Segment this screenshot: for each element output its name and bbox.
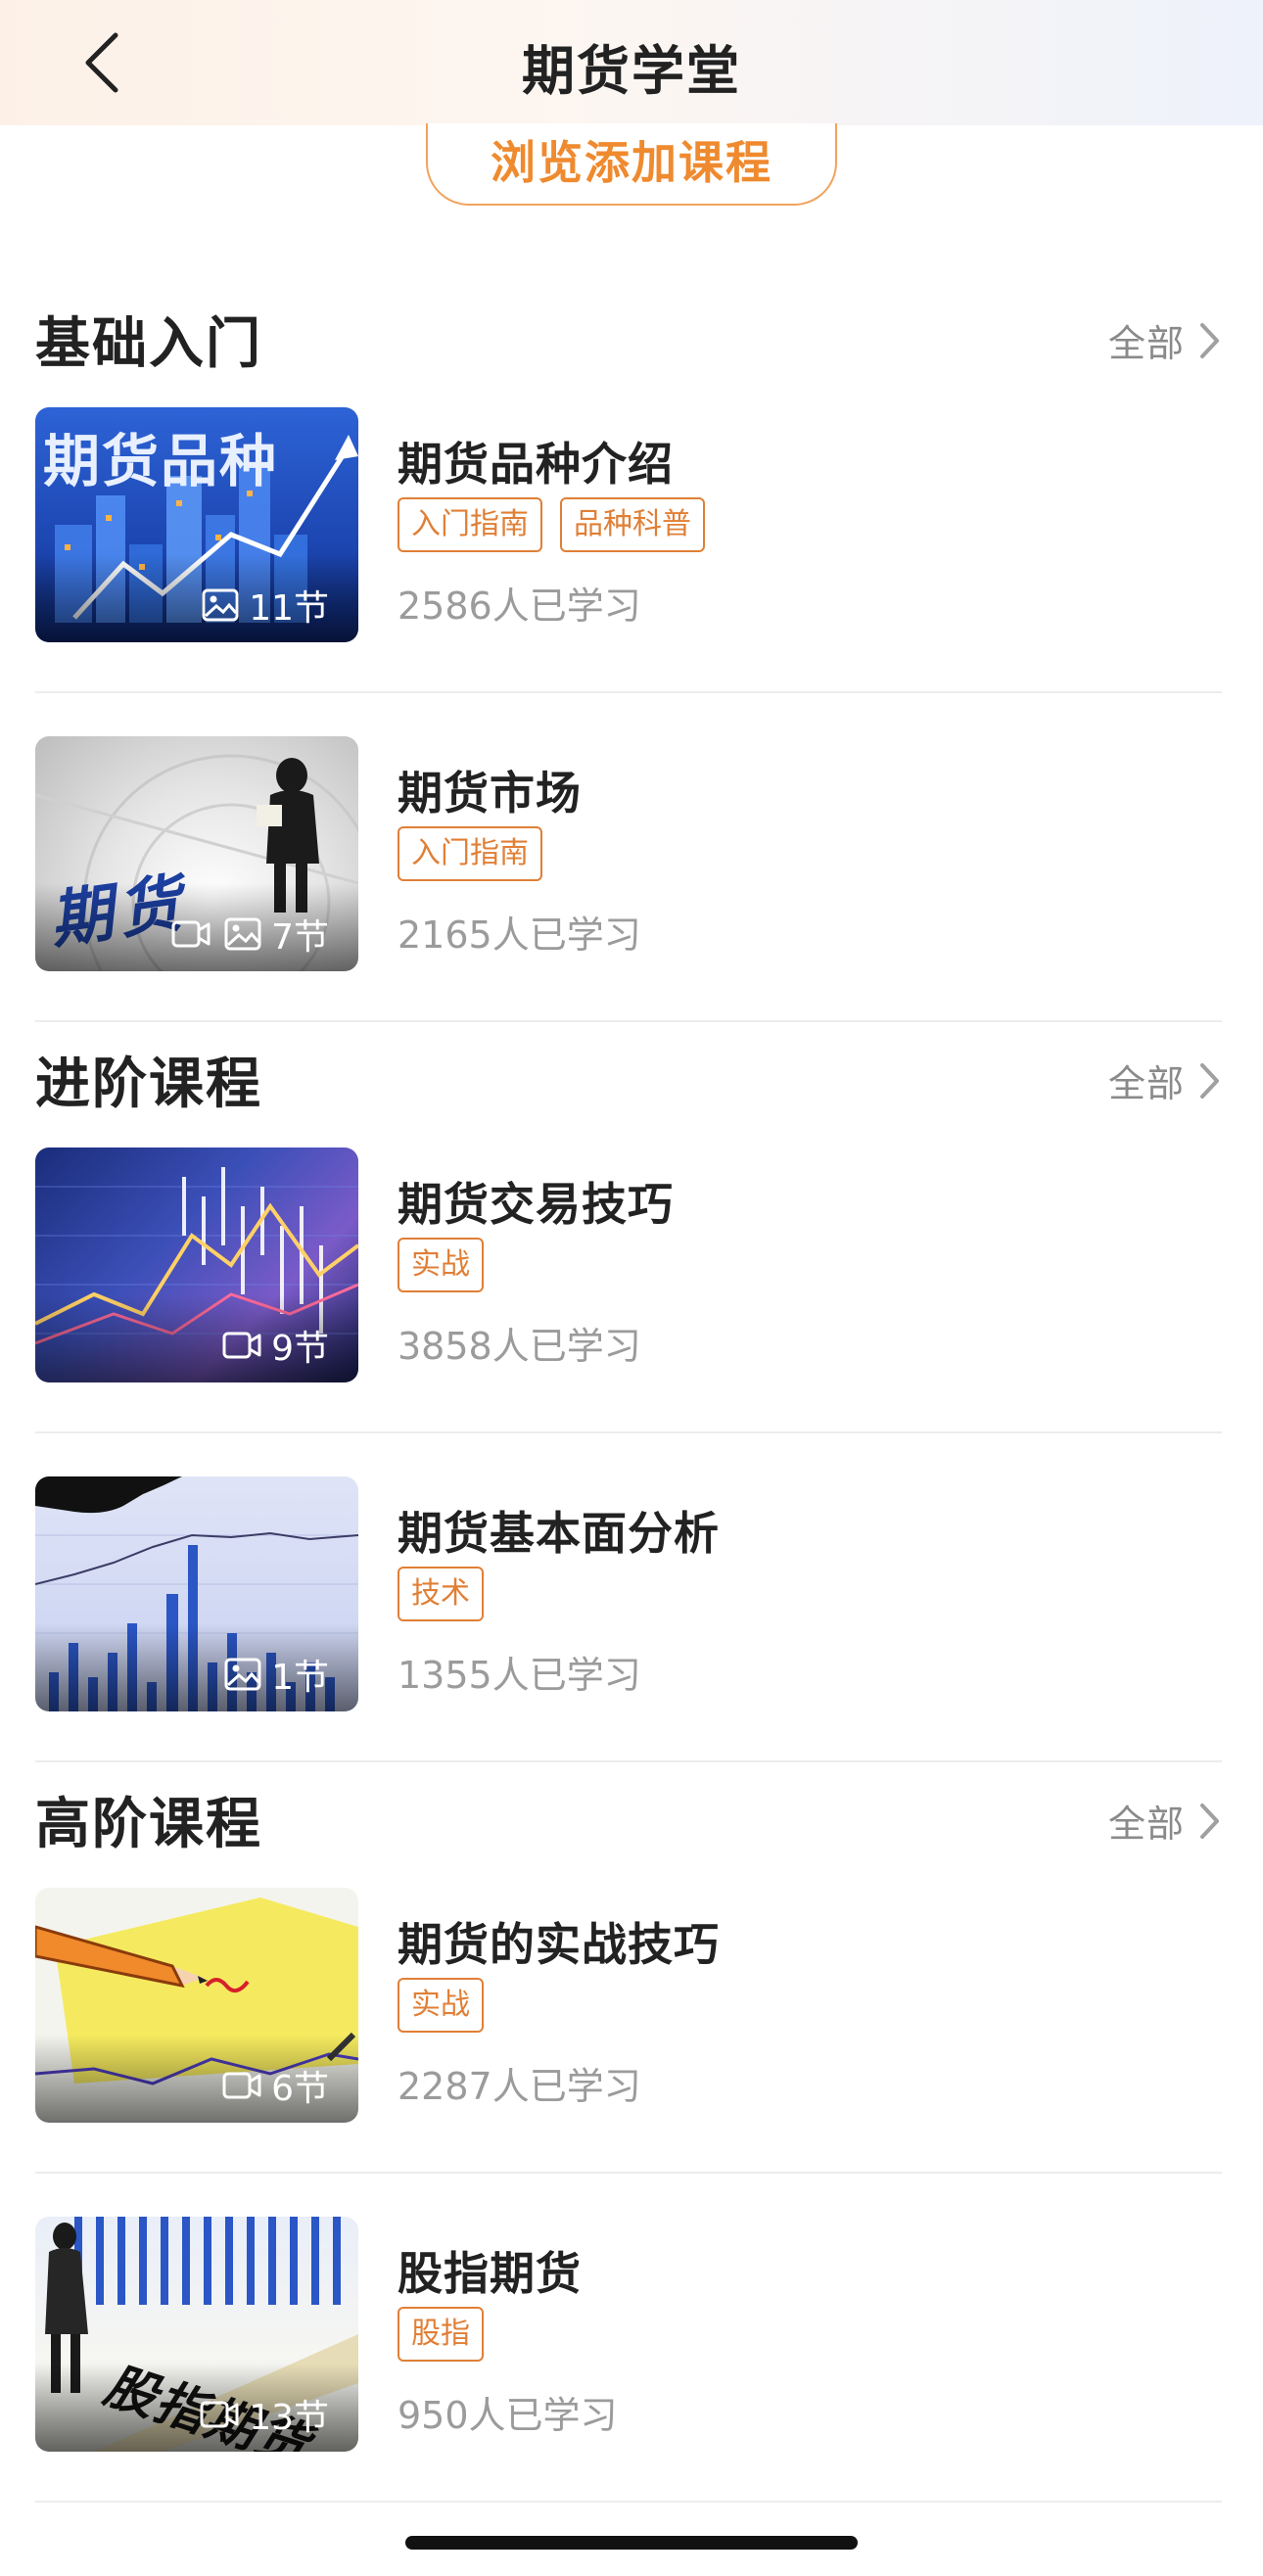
learner-count: 2586人已学习 bbox=[398, 585, 641, 628]
view-all-label: 全部 bbox=[1107, 322, 1185, 365]
course-tags: 股指 bbox=[398, 2307, 501, 2362]
lesson-count-label: 9节 bbox=[271, 1329, 329, 1369]
divider bbox=[35, 1020, 1222, 1022]
browse-add-courses-button[interactable]: 浏览添加课程 bbox=[426, 123, 837, 206]
learner-count: 2165人已学习 bbox=[398, 913, 641, 957]
video-icon bbox=[171, 920, 210, 948]
course-tag: 技术 bbox=[398, 1567, 484, 1621]
course-card[interactable]: 1节 期货基本面分析 技术 1355人已学习 bbox=[35, 1476, 1222, 1713]
thumbnail-caption: 期货品种 bbox=[43, 428, 279, 494]
learner-count: 2287人已学习 bbox=[398, 2065, 641, 2108]
view-all-label: 全部 bbox=[1107, 1803, 1185, 1846]
course-tag: 股指 bbox=[398, 2307, 484, 2362]
course-tag: 入门指南 bbox=[398, 826, 542, 881]
image-icon bbox=[224, 917, 261, 951]
lesson-count: 7节 bbox=[171, 909, 329, 960]
course-card[interactable]: 9节 期货交易技巧 实战 3858人已学习 bbox=[35, 1147, 1222, 1384]
course-tag: 入门指南 bbox=[398, 497, 542, 552]
chevron-right-icon bbox=[1200, 322, 1219, 358]
course-tags: 技术 bbox=[398, 1567, 501, 1621]
lesson-count-label: 1节 bbox=[271, 1658, 329, 1698]
section-header-advanced: 高阶课程 全部 bbox=[35, 1780, 1222, 1858]
divider bbox=[35, 691, 1222, 693]
lesson-count-label: 11节 bbox=[249, 588, 329, 629]
futures-school-page: 期货学堂 浏览添加课程 基础入门 全部 期货品种 11节 期货品种介绍 入门指南… bbox=[0, 0, 1263, 2576]
lesson-count-label: 6节 bbox=[271, 2069, 329, 2109]
lesson-count: 6节 bbox=[222, 2060, 329, 2111]
course-title: 期货的实战技巧 bbox=[398, 1918, 720, 1971]
section-header-intermediate: 进阶课程 全部 bbox=[35, 1040, 1222, 1118]
nav-header: 期货学堂 bbox=[0, 0, 1263, 125]
course-thumbnail: 6节 bbox=[35, 1888, 358, 2123]
section-title: 高阶课程 bbox=[35, 1793, 262, 1856]
image-icon bbox=[202, 588, 239, 622]
section-title: 基础入门 bbox=[35, 312, 262, 376]
course-tags: 实战 bbox=[398, 1978, 501, 2033]
course-card[interactable]: 期货 7节 期货市场 入门指南 2165人已学习 bbox=[35, 736, 1222, 973]
lesson-count: 9节 bbox=[222, 1320, 329, 1371]
course-title: 期货交易技巧 bbox=[398, 1178, 674, 1231]
video-icon bbox=[222, 2072, 261, 2099]
lesson-count-label: 13节 bbox=[249, 2398, 329, 2438]
course-tags: 入门指南 品种科普 bbox=[398, 497, 723, 552]
video-icon bbox=[200, 2401, 239, 2428]
divider bbox=[35, 1431, 1222, 1433]
lesson-count: 1节 bbox=[224, 1649, 329, 1700]
course-thumbnail: 1节 bbox=[35, 1476, 358, 1711]
course-thumbnail: 股指期货 13节 bbox=[35, 2217, 358, 2452]
view-all-link[interactable]: 全部 bbox=[1108, 1794, 1222, 1848]
view-all-link[interactable]: 全部 bbox=[1108, 313, 1222, 367]
divider bbox=[35, 2501, 1222, 2503]
course-card[interactable]: 股指期货 13节 股指期货 股指 950人已学习 bbox=[35, 2217, 1222, 2454]
lesson-count: 11节 bbox=[202, 580, 329, 631]
course-tags: 实战 bbox=[398, 1238, 501, 1292]
view-all-link[interactable]: 全部 bbox=[1108, 1054, 1222, 1107]
view-all-label: 全部 bbox=[1107, 1062, 1185, 1105]
course-card[interactable]: 6节 期货的实战技巧 实战 2287人已学习 bbox=[35, 1888, 1222, 2125]
learner-count: 950人已学习 bbox=[398, 2394, 618, 2437]
learner-count: 1355人已学习 bbox=[398, 1654, 641, 1697]
course-title: 期货品种介绍 bbox=[398, 438, 674, 491]
learner-count: 3858人已学习 bbox=[398, 1325, 641, 1368]
section-header-basics: 基础入门 全部 bbox=[35, 300, 1222, 378]
divider bbox=[35, 1760, 1222, 1762]
chevron-right-icon bbox=[1200, 1062, 1219, 1099]
course-tag: 品种科普 bbox=[560, 497, 705, 552]
course-tags: 入门指南 bbox=[398, 826, 560, 881]
course-thumbnail: 期货品种 11节 bbox=[35, 407, 358, 642]
lesson-count: 13节 bbox=[200, 2389, 329, 2440]
divider bbox=[35, 2172, 1222, 2174]
page-title: 期货学堂 bbox=[522, 40, 741, 102]
course-title: 期货基本面分析 bbox=[398, 1507, 720, 1560]
home-indicator[interactable] bbox=[405, 2536, 858, 2550]
image-icon bbox=[224, 1658, 261, 1691]
course-thumbnail: 9节 bbox=[35, 1147, 358, 1382]
video-icon bbox=[222, 1332, 261, 1359]
course-thumbnail: 期货 7节 bbox=[35, 736, 358, 971]
lesson-count-label: 7节 bbox=[271, 917, 329, 958]
course-title: 期货市场 bbox=[398, 767, 582, 820]
section-title: 进阶课程 bbox=[35, 1053, 262, 1116]
course-card[interactable]: 期货品种 11节 期货品种介绍 入门指南 品种科普 2586人已学习 bbox=[35, 407, 1222, 644]
chevron-right-icon bbox=[1200, 1803, 1219, 1839]
course-tag: 实战 bbox=[398, 1978, 484, 2033]
course-title: 股指期货 bbox=[398, 2247, 582, 2300]
course-tag: 实战 bbox=[398, 1238, 484, 1292]
